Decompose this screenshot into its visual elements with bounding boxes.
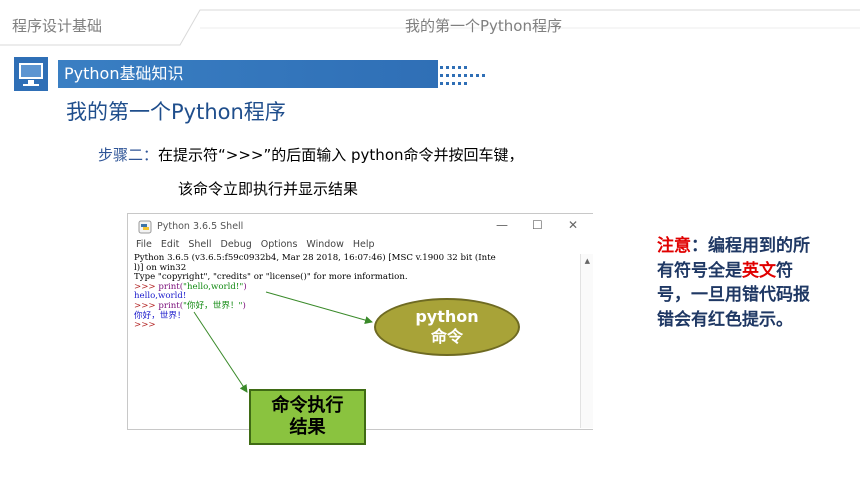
box-line-2: 结果	[289, 417, 326, 438]
arrow-to-oval	[265, 291, 373, 324]
result-callout: 命令执行 结果	[249, 389, 366, 445]
note-text: 注意：编程用到的所有符号全是英文符号，一旦用错代码报错会有红色提示。	[657, 234, 817, 332]
arrow-to-box	[193, 311, 248, 393]
note-highlight: 英文	[742, 260, 776, 281]
python-command-callout: python 命令	[374, 298, 520, 356]
oval-line-1: python	[415, 307, 479, 326]
box-line-1: 命令执行	[271, 395, 344, 416]
oval-line-2: 命令	[430, 327, 463, 346]
note-warning-label: 注意	[657, 236, 691, 256]
